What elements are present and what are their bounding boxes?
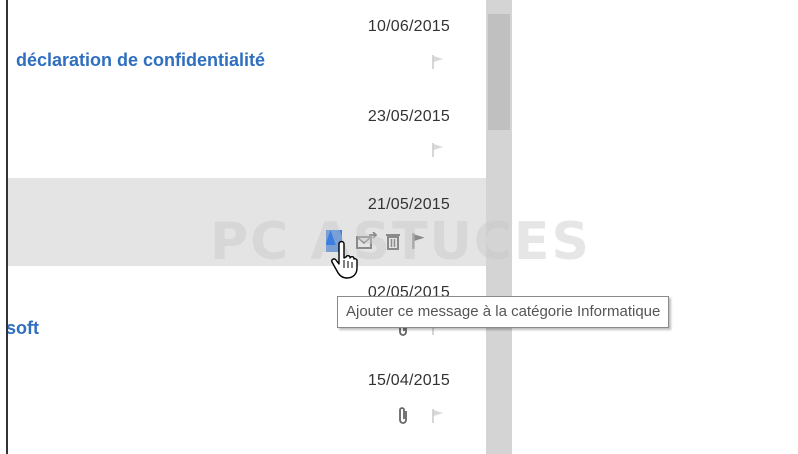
flag-icon[interactable] bbox=[410, 232, 428, 250]
hand-cursor-icon bbox=[331, 240, 358, 279]
list-item[interactable]: 23/05/2015 bbox=[8, 88, 486, 178]
flag-icon[interactable] bbox=[430, 408, 446, 424]
message-date: 21/05/2015 bbox=[367, 196, 450, 213]
message-list-window: 10/06/2015 déclaration de confidentialit… bbox=[0, 0, 798, 454]
list-item-hovered[interactable]: 21/05/2015 bbox=[8, 178, 486, 266]
move-icon[interactable] bbox=[356, 232, 378, 250]
message-list: 10/06/2015 déclaration de confidentialit… bbox=[8, 0, 486, 454]
tooltip: Ajouter ce message à la catégorie Inform… bbox=[337, 296, 670, 328]
message-subject: soft bbox=[8, 318, 39, 338]
delete-icon[interactable] bbox=[384, 232, 402, 250]
flag-icon[interactable] bbox=[430, 142, 446, 158]
message-date: 23/05/2015 bbox=[367, 108, 450, 125]
message-subject: déclaration de confidentialité bbox=[16, 50, 266, 70]
scrollbar-thumb[interactable] bbox=[488, 14, 510, 130]
list-item[interactable]: 15/04/2015 bbox=[8, 358, 486, 454]
message-date: 10/06/2015 bbox=[367, 18, 450, 35]
attachment-icon bbox=[399, 407, 407, 424]
list-item[interactable]: 10/06/2015 déclaration de confidentialit… bbox=[8, 0, 486, 88]
flag-icon[interactable] bbox=[430, 54, 446, 70]
message-date: 15/04/2015 bbox=[367, 372, 450, 389]
